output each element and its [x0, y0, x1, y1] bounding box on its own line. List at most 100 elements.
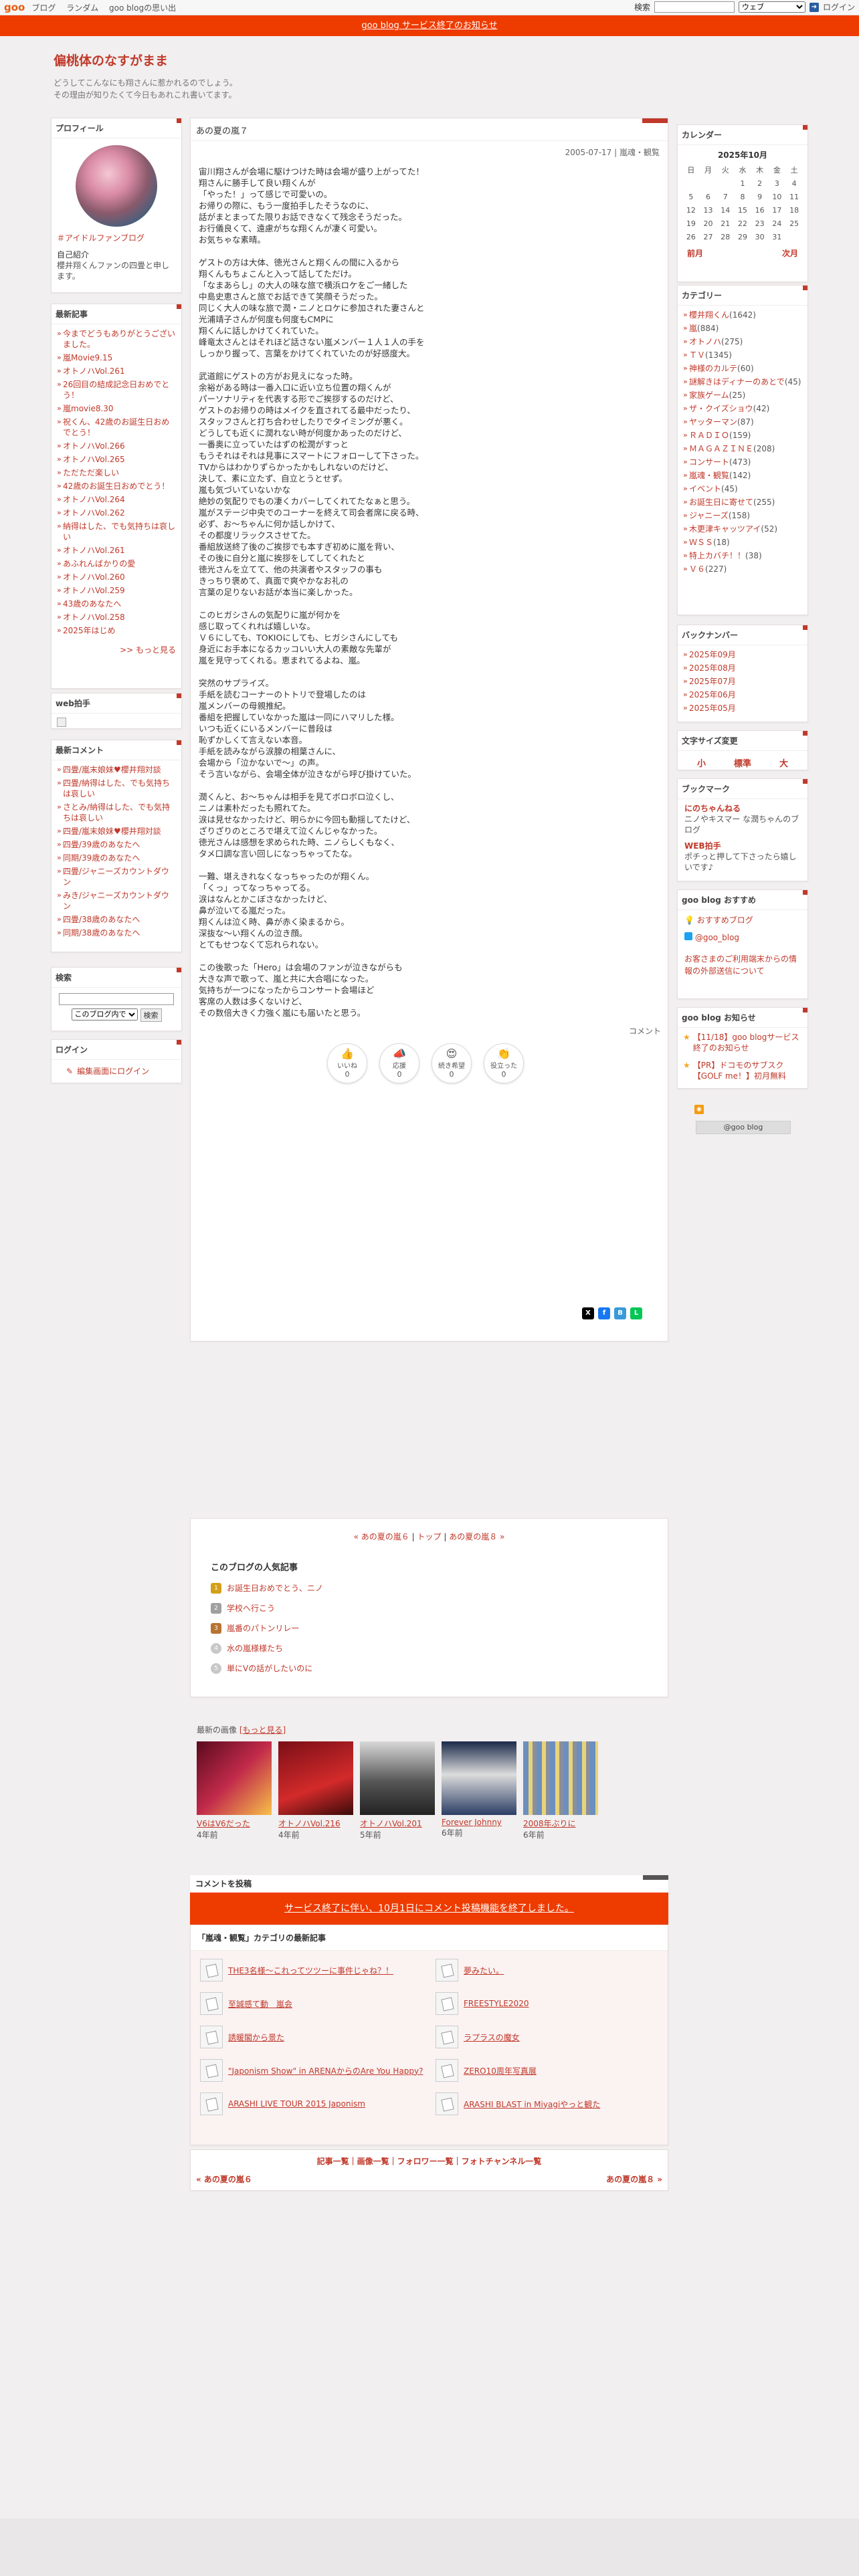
list-item[interactable]: ＭＡＧＡＺＩＮＥ(208) [683, 443, 802, 454]
list-item[interactable]: オトノハ(275) [683, 336, 802, 347]
footer-prev-link[interactable]: « あの夏の嵐６ [196, 2173, 252, 2185]
list-item[interactable]: オトノハVol.260 [57, 572, 176, 582]
list-item[interactable]: 1 お誕生日おめでとう、ニノ [211, 1582, 639, 1594]
list-item[interactable]: 誘暖閣から景た [200, 2026, 426, 2048]
line-share-icon[interactable]: L [630, 1307, 642, 1319]
list-item[interactable]: 同期/39歳のあなたへ [57, 853, 176, 863]
nav-random[interactable]: ランダム [66, 3, 98, 13]
bookmark-item[interactable]: にのちゃんねる ニノやキスマー な潤ちゃんのブログ [684, 803, 801, 835]
list-item[interactable]: 2 学校へ行こう [211, 1602, 639, 1614]
next-article-link[interactable]: あの夏の嵐８ » [449, 1532, 504, 1541]
login-link[interactable]: ログイン [823, 1, 855, 13]
list-item[interactable]: FREESTYLE2020 [436, 1992, 662, 2015]
list-item[interactable]: ＴＶ(1345) [683, 350, 802, 360]
list-item[interactable]: 四畳/ジャニーズカウントダウン [57, 866, 176, 887]
list-item[interactable]: オトノハVol.264 [57, 494, 176, 505]
list-item[interactable]: 2025年06月 [683, 689, 802, 700]
list-item[interactable]: 43歳のあなたへ [57, 599, 176, 609]
list-item[interactable]: 嵐魂・観覧(142) [683, 470, 802, 481]
footer-next-link[interactable]: あの夏の嵐８ » [606, 2173, 662, 2185]
list-item[interactable]: オトノハVol.261 [57, 545, 176, 556]
list-item[interactable]: "Japonism Show" in ARENAからのAre You Happy… [200, 2059, 426, 2082]
top-link[interactable]: トップ [417, 1532, 441, 1541]
list-item[interactable]: ＷＳＳ(18) [683, 537, 802, 548]
external-transmission-link[interactable]: お客さまのご利用端末からの情報の外部送信について [684, 954, 797, 976]
nav-blog[interactable]: ブログ [31, 3, 56, 13]
nav-memories[interactable]: goo blogの思い出 [109, 3, 176, 13]
list-item[interactable]: オトノハVol.261 [57, 366, 176, 377]
reaction-more-button[interactable]: 😍 続き希望 0 [432, 1043, 472, 1083]
blog-search-scope[interactable]: このブログ内で [71, 1008, 138, 1021]
list-item[interactable]: 42歳のお誕生日おめでとう！ [57, 481, 176, 492]
notice-item[interactable]: 【PR】ドコモのサブスク【GOLF me！】初月無料 [693, 1060, 802, 1081]
list-item[interactable]: 四畳/嵐末娘妹♥櫻井翔対談 [57, 764, 176, 775]
list-item[interactable]: ZERO10周年写真展 [436, 2059, 662, 2082]
list-item[interactable]: 同期/38歳のあなたへ [57, 928, 176, 938]
image-thumb[interactable]: オトノハVol.201 5年前 [360, 1741, 435, 1840]
list-item[interactable]: ラプラスの魔女 [436, 2026, 662, 2048]
list-item[interactable]: THE3名様〜これってツツーに事件じゃね？！ [200, 1959, 426, 1981]
list-item[interactable]: お誕生日に寄せて(255) [683, 497, 802, 508]
bookmark-item[interactable]: WEB拍手 ポチっと押して下さったら嬉しいです♪ [684, 841, 801, 873]
list-item[interactable]: オトノハVol.262 [57, 508, 176, 518]
list-item[interactable]: 木更津キャッツアイ(52) [683, 524, 802, 534]
reaction-helpful-button[interactable]: 👏 役立った 0 [484, 1043, 524, 1083]
list-item[interactable]: 2025年08月 [683, 663, 802, 673]
list-item[interactable]: ARASHI BLAST in Miyagiやっと観た [436, 2092, 662, 2115]
list-item[interactable]: ヤッターマン(87) [683, 417, 802, 427]
facebook-share-icon[interactable]: f [598, 1307, 610, 1319]
list-item[interactable]: 2025年09月 [683, 649, 802, 660]
list-item[interactable]: 嵐(884) [683, 323, 802, 334]
x-share-icon[interactable]: X [582, 1307, 594, 1319]
list-item[interactable]: ただただ楽しい [57, 467, 176, 478]
list-item[interactable]: Ｖ６(227) [683, 564, 802, 574]
list-item[interactable]: 四畳/納得はした、でも気持ちは哀しい [57, 778, 176, 799]
login-icon[interactable]: ➜ [809, 2, 819, 12]
list-item[interactable]: 納得はした、でも気持ちは哀しい [57, 521, 176, 542]
goo-logo[interactable]: goo [4, 1, 25, 13]
blog-search-button[interactable]: 検索 [140, 1008, 162, 1022]
image-thumb[interactable]: V6はV6だった 4年前 [197, 1741, 272, 1840]
list-item[interactable]: みき/ジャニーズカウントダウン [57, 890, 176, 911]
list-item[interactable]: 家族ゲーム(25) [683, 390, 802, 401]
list-item[interactable]: 神様のカルテ(60) [683, 363, 802, 374]
rss-icon[interactable]: ◉ [694, 1105, 704, 1114]
list-item[interactable]: 3 嵐番のパトンリレー [211, 1622, 639, 1634]
list-item[interactable]: さとみ/納得はした、でも気持ちは哀しい [57, 802, 176, 823]
list-item[interactable]: オトノハVol.258 [57, 612, 176, 623]
comment-link[interactable]: コメント [629, 1027, 661, 1036]
list-item[interactable]: 26回目の結成記念日おめでとう！ [57, 379, 176, 401]
list-item[interactable]: 2025年05月 [683, 703, 802, 714]
article-title[interactable]: あの夏の嵐７ [191, 118, 668, 141]
list-item[interactable]: 4 水の嵐様様たち [211, 1642, 639, 1654]
list-item[interactable]: ジャニーズ(158) [683, 510, 802, 521]
image-thumb[interactable]: 2008年ぶりに 6年前 [523, 1741, 598, 1840]
calendar-prev-link[interactable]: 前月 [687, 247, 703, 259]
image-thumb[interactable]: Forever Johnny 6年前 [442, 1741, 516, 1840]
list-item[interactable]: 四畳/39歳のあなたへ [57, 839, 176, 850]
notice-item[interactable]: 【11/18】goo blogサービス終了のお知らせ [693, 1032, 802, 1053]
list-item[interactable]: オトノハVol.259 [57, 585, 176, 596]
list-item[interactable]: 櫻井翔くん(1642) [683, 310, 802, 320]
image-thumb[interactable]: オトノハVol.216 4年前 [278, 1741, 353, 1840]
list-item[interactable]: 特上カバチ！！(38) [683, 550, 802, 561]
article-category-link[interactable]: 嵐魂・観覧 [619, 148, 660, 157]
edit-login-link[interactable]: 編集画面にログイン [77, 1065, 149, 1077]
footer-links[interactable]: 記事一覧｜画像一覧｜フォロワー一覧｜フォトチャンネル一覧 [191, 2155, 668, 2167]
list-item[interactable]: 今までどうもありがとうございました。 [57, 328, 176, 350]
hatena-share-icon[interactable]: B [614, 1307, 626, 1319]
avatar[interactable] [76, 145, 157, 227]
goo-twitter-link[interactable]: @goo_blog [695, 933, 739, 942]
images-more-link[interactable]: [もっと見る] [240, 1725, 286, 1735]
list-item[interactable]: 5 単にVの話がしたいのに [211, 1662, 639, 1674]
goo-blog-badge[interactable]: @goo blog [696, 1121, 791, 1134]
service-end-link[interactable]: goo blog サービス終了のお知らせ [361, 21, 497, 31]
profile-name[interactable]: ＃アイドルファンブログ [57, 232, 176, 243]
font-large-button[interactable]: 大 [779, 756, 788, 769]
font-normal-button[interactable]: 標準 [734, 756, 751, 769]
list-item[interactable]: コンサート(473) [683, 457, 802, 467]
reaction-cheer-button[interactable]: 📣 応援 0 [379, 1043, 419, 1083]
list-item[interactable]: 四畳/38歳のあなたへ [57, 914, 176, 925]
top-search-input[interactable] [654, 1, 735, 13]
blog-title[interactable]: 偏桃体のなすがまま [54, 51, 803, 69]
